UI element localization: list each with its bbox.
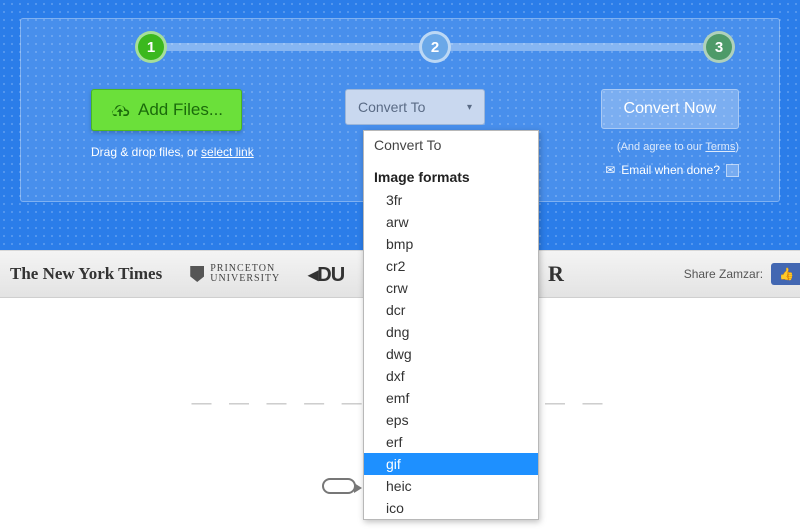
add-files-button[interactable]: Add Files... <box>91 89 242 131</box>
email-when-done-row: ✉ Email when done? <box>605 163 739 177</box>
share-label: Share Zamzar: <box>684 267 763 281</box>
dropdown-item-erf[interactable]: erf <box>364 431 538 453</box>
dropdown-item-heic[interactable]: heic <box>364 475 538 497</box>
email-when-done-checkbox[interactable] <box>726 164 739 177</box>
convert-to-select[interactable]: Convert To ▾ <box>345 89 485 125</box>
dropdown-item-arw[interactable]: arw <box>364 211 538 233</box>
dropdown-item-dcr[interactable]: dcr <box>364 299 538 321</box>
select-link[interactable]: select link <box>201 145 254 159</box>
email-when-done-label: Email when done? <box>621 163 720 177</box>
mail-icon: ✉ <box>605 163 615 177</box>
dropdown-item-emf[interactable]: emf <box>364 387 538 409</box>
dropdown-item-3fr[interactable]: 3fr <box>364 189 538 211</box>
convert-now-button[interactable]: Convert Now <box>601 89 739 129</box>
dropdown-item-eps[interactable]: eps <box>364 409 538 431</box>
nyt-logo: The New York Times <box>10 264 162 284</box>
dropdown-item-gif[interactable]: gif <box>364 453 538 475</box>
terms-text: (And agree to our Terms) <box>617 141 739 153</box>
shield-icon <box>190 266 204 282</box>
dropdown-item-dng[interactable]: dng <box>364 321 538 343</box>
dropdown-item-bmp[interactable]: bmp <box>364 233 538 255</box>
princeton-logo: PRINCETON UNIVERSITY <box>190 264 280 285</box>
dropdown-item-ico[interactable]: ico <box>364 497 538 519</box>
step-3-badge: 3 <box>703 31 735 63</box>
dropdown-item-dwg[interactable]: dwg <box>364 343 538 365</box>
pen-icon <box>322 478 356 494</box>
press-fragment-right: R <box>548 261 564 287</box>
chevron-down-icon: ▾ <box>467 102 472 113</box>
dropdown-group-label: Image formats <box>364 159 538 189</box>
add-files-label: Add Files... <box>138 100 223 120</box>
thumb-up-icon: 👍 <box>779 267 794 281</box>
share-section: Share Zamzar: 👍 <box>684 263 800 285</box>
dropdown-header: Convert To <box>364 131 538 159</box>
dropdown-item-cr2[interactable]: cr2 <box>364 255 538 277</box>
terms-link[interactable]: Terms <box>705 141 735 153</box>
convert-to-label: Convert To <box>358 99 425 115</box>
upload-cloud-icon <box>110 103 130 117</box>
step-2-badge: 2 <box>419 31 451 63</box>
press-fragment-left: ◂DU <box>308 262 344 287</box>
step-1-badge: 1 <box>135 31 167 63</box>
convert-to-dropdown[interactable]: Convert To Image formats 3frarwbmpcr2crw… <box>363 130 539 520</box>
dropdown-item-dxf[interactable]: dxf <box>364 365 538 387</box>
facebook-like-button[interactable]: 👍 <box>771 263 800 285</box>
dropdown-item-crw[interactable]: crw <box>364 277 538 299</box>
add-files-hint: Drag & drop files, or select link <box>91 145 254 159</box>
